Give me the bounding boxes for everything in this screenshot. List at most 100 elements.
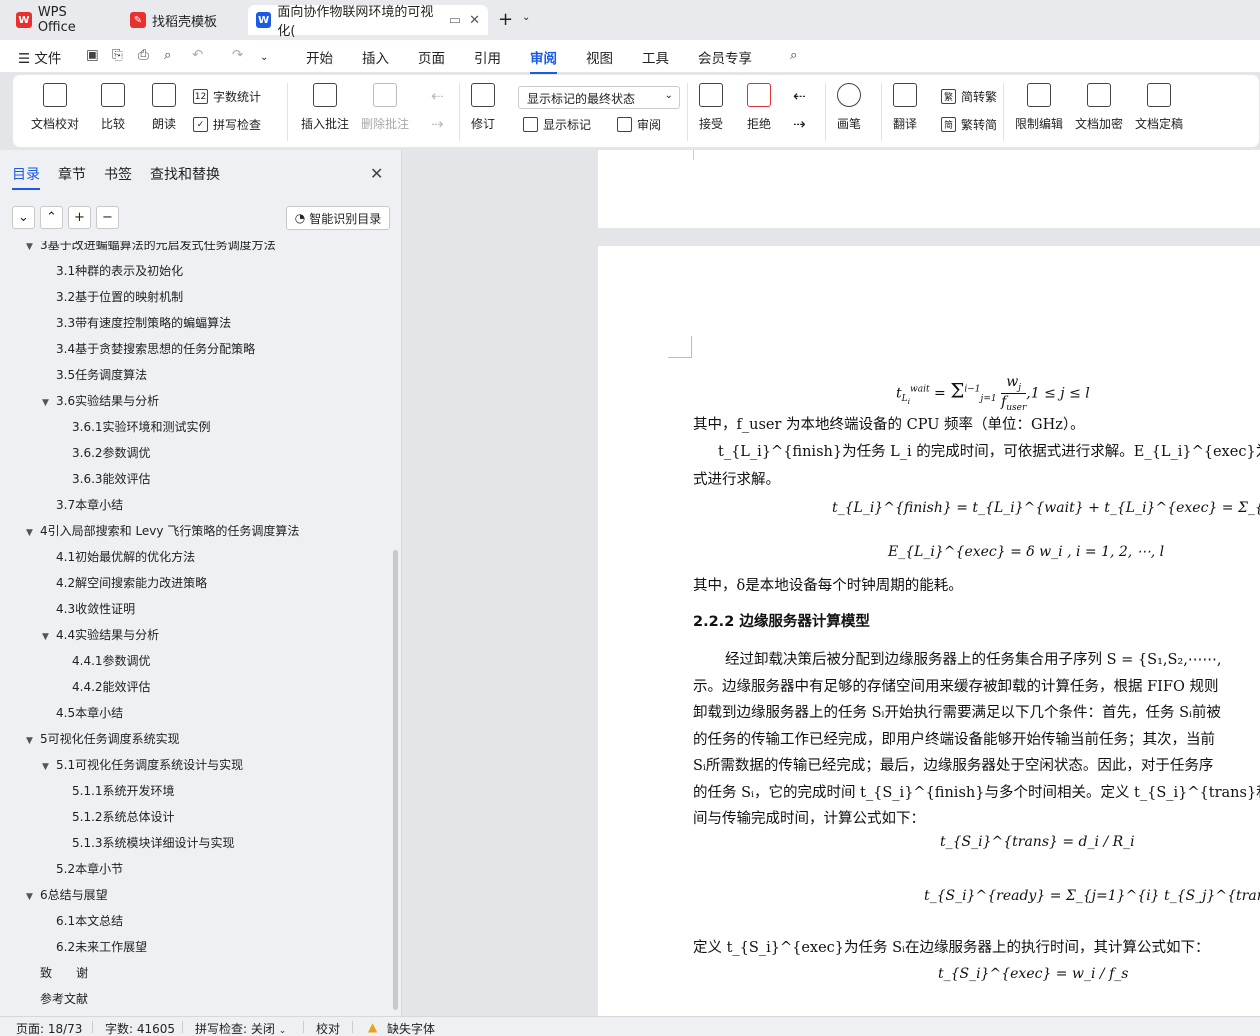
toc-item[interactable]: 3.6.2参数调优: [58, 440, 151, 466]
menu-start[interactable]: 开始: [306, 47, 333, 67]
missing-font-status[interactable]: 缺失字体: [387, 1020, 435, 1036]
markup-select[interactable]: 显示标记的最终状态 ⌄: [518, 86, 680, 109]
toc-item[interactable]: ▼ 4引入局部搜索和 Levy 飞行策略的任务调度算法: [26, 518, 299, 544]
toc-item[interactable]: 4.4.2能效评估: [58, 674, 151, 700]
caret-down-icon[interactable]: ▼: [42, 390, 56, 416]
compare-button[interactable]: 比较: [101, 83, 125, 132]
expand-down-button[interactable]: ⌄: [12, 206, 35, 229]
trad-to-simp-button[interactable]: 简繁转简: [941, 116, 997, 133]
word-count-button[interactable]: 12 字数统计: [193, 88, 261, 105]
caret-down-icon[interactable]: ▼: [42, 624, 56, 650]
toc-item[interactable]: 4.5本章小结: [42, 700, 123, 726]
file-menu[interactable]: ☰ 文件: [18, 47, 61, 67]
insert-comment-button[interactable]: 插入批注: [301, 83, 349, 132]
simp-to-trad-button[interactable]: 繁简转繁: [941, 88, 997, 105]
toc-item[interactable]: 3.4基于贪婪搜索思想的任务分配策略: [42, 336, 255, 362]
toc-item[interactable]: 3.6.1实验环境和测试实例: [58, 414, 211, 440]
doc-check-button[interactable]: 文档校对: [31, 83, 79, 132]
word-count-indicator[interactable]: 字数: 41605: [105, 1020, 175, 1036]
menu-insert[interactable]: 插入: [362, 47, 389, 67]
restrict-edit-button[interactable]: 限制编辑: [1015, 83, 1063, 132]
finalize-button[interactable]: 文档定稿: [1135, 83, 1183, 132]
pen-button[interactable]: 画笔: [837, 83, 861, 132]
toc-item[interactable]: 5.1.3系统模块详细设计与实现: [58, 830, 235, 856]
caret-down-icon[interactable]: ▼: [26, 520, 40, 546]
toc-item[interactable]: 4.4.1参数调优: [58, 648, 151, 674]
toc-item[interactable]: 3.6.3能效评估: [58, 466, 151, 492]
print-preview-icon[interactable]: ⌕: [164, 47, 172, 63]
next-comment-icon[interactable]: ⇢: [431, 115, 444, 133]
toc-item[interactable]: 4.2解空间搜索能力改进策略: [42, 570, 207, 596]
delete-comment-button[interactable]: 删除批注: [361, 83, 409, 132]
add-heading-button[interactable]: +: [68, 206, 91, 229]
toc-item[interactable]: 6.2未来工作展望: [42, 934, 147, 960]
caret-down-icon[interactable]: ▼: [26, 241, 40, 260]
toc-item[interactable]: 3.2基于位置的映射机制: [42, 284, 183, 310]
toc-item[interactable]: ▼ 6总结与展望: [26, 882, 108, 908]
toc-item[interactable]: ▼ 5.1可视化任务调度系统设计与实现: [42, 752, 243, 778]
prev-comment-icon[interactable]: ⇠: [431, 87, 444, 105]
document-page[interactable]: tLiwait = Σi−1j=1 wj fuser ,1 ≤ j ≤ l 其中，f…: [598, 246, 1260, 1016]
undo-icon[interactable]: ↶: [192, 47, 203, 63]
toc-item[interactable]: 6.1本文总结: [42, 908, 123, 934]
toc-item[interactable]: ▼ 3.6实验结果与分析: [42, 388, 159, 414]
menu-tools[interactable]: 工具: [642, 47, 669, 67]
revise-button[interactable]: 修订: [471, 83, 495, 132]
spell-check-button[interactable]: ✓ 拼写检查: [193, 116, 261, 133]
proofread-status[interactable]: 校对: [316, 1020, 340, 1036]
next-change-icon[interactable]: ⇢: [793, 115, 806, 133]
tab-wps-office[interactable]: W WPS Office: [8, 5, 116, 35]
toc-item[interactable]: 5.1.1系统开发环境: [58, 778, 175, 804]
close-icon[interactable]: ✕: [370, 164, 383, 183]
print-icon[interactable]: ⎙: [138, 47, 149, 63]
tab-document[interactable]: W 面向协作物联网环境的可视化( ▭ ✕: [248, 5, 488, 39]
close-tab-icon[interactable]: ✕: [469, 13, 480, 28]
toc-item[interactable]: ▼ 3基于改进蝙蝠算法的元启发式任务调度方法: [26, 241, 276, 258]
remove-heading-button[interactable]: −: [96, 206, 119, 229]
menu-reference[interactable]: 引用: [474, 47, 501, 67]
redo-icon[interactable]: ↷: [232, 47, 243, 63]
caret-down-icon[interactable]: ▼: [42, 754, 56, 780]
read-aloud-button[interactable]: 朗读: [152, 83, 176, 132]
toc-scrollbar[interactable]: [393, 550, 398, 1010]
spell-check-status[interactable]: 拼写检查: 关闭 ⌄: [195, 1020, 286, 1036]
toc-item[interactable]: ▼ 4.4实验结果与分析: [42, 622, 159, 648]
share-icon[interactable]: ⎘: [112, 47, 123, 63]
toc-item[interactable]: 3.1种群的表示及初始化: [42, 258, 183, 284]
toc-item[interactable]: 5.1.2系统总体设计: [58, 804, 175, 830]
menu-review[interactable]: 审阅: [530, 47, 557, 74]
toc-item[interactable]: 3.5任务调度算法: [42, 362, 147, 388]
page-indicator[interactable]: 页面: 18/73: [16, 1020, 82, 1036]
tab-docer[interactable]: ✎ 找稻壳模板: [122, 5, 242, 35]
more-chevron-icon[interactable]: ⌄: [260, 52, 268, 63]
tab-toc[interactable]: 目录: [12, 164, 40, 190]
translate-button[interactable]: 翻译: [893, 83, 917, 132]
toc-item[interactable]: 4.1初始最优解的优化方法: [42, 544, 195, 570]
smart-toc-button[interactable]: ◔ 智能识别目录: [286, 206, 390, 230]
new-tab-icon[interactable]: +: [498, 9, 513, 30]
toc-item[interactable]: 3.7本章小结: [42, 492, 123, 518]
menu-page[interactable]: 页面: [418, 47, 445, 67]
review-pane-button[interactable]: 审阅: [617, 116, 661, 133]
save-icon[interactable]: ▣: [86, 47, 99, 63]
prev-change-icon[interactable]: ⇠: [793, 87, 806, 105]
menu-member[interactable]: 会员专享: [698, 47, 752, 67]
screen-icon[interactable]: ▭: [449, 13, 461, 28]
encrypt-button[interactable]: 文档加密: [1075, 83, 1123, 132]
caret-down-icon[interactable]: ▼: [26, 728, 40, 754]
tab-bookmarks[interactable]: 书签: [104, 164, 132, 184]
toc-item[interactable]: 3.3带有速度控制策略的蝙蝠算法: [42, 310, 231, 336]
search-icon[interactable]: ⌕: [790, 47, 798, 63]
tab-chapters[interactable]: 章节: [58, 164, 86, 184]
show-markup-button[interactable]: 显示标记: [523, 116, 591, 133]
chevron-down-icon[interactable]: ⌄: [522, 12, 530, 23]
toc-item[interactable]: 致 谢: [26, 960, 88, 986]
menu-view[interactable]: 视图: [586, 47, 613, 67]
toc-item[interactable]: 4.3收敛性证明: [42, 596, 135, 622]
toc-item[interactable]: 参考文献: [26, 986, 88, 1012]
tab-find-replace[interactable]: 查找和替换: [150, 164, 220, 184]
collapse-up-button[interactable]: ⌃: [40, 206, 63, 229]
reject-button[interactable]: 拒绝: [747, 83, 771, 132]
accept-button[interactable]: 接受: [699, 83, 723, 132]
toc-item[interactable]: ▼ 5可视化任务调度系统实现: [26, 726, 180, 752]
